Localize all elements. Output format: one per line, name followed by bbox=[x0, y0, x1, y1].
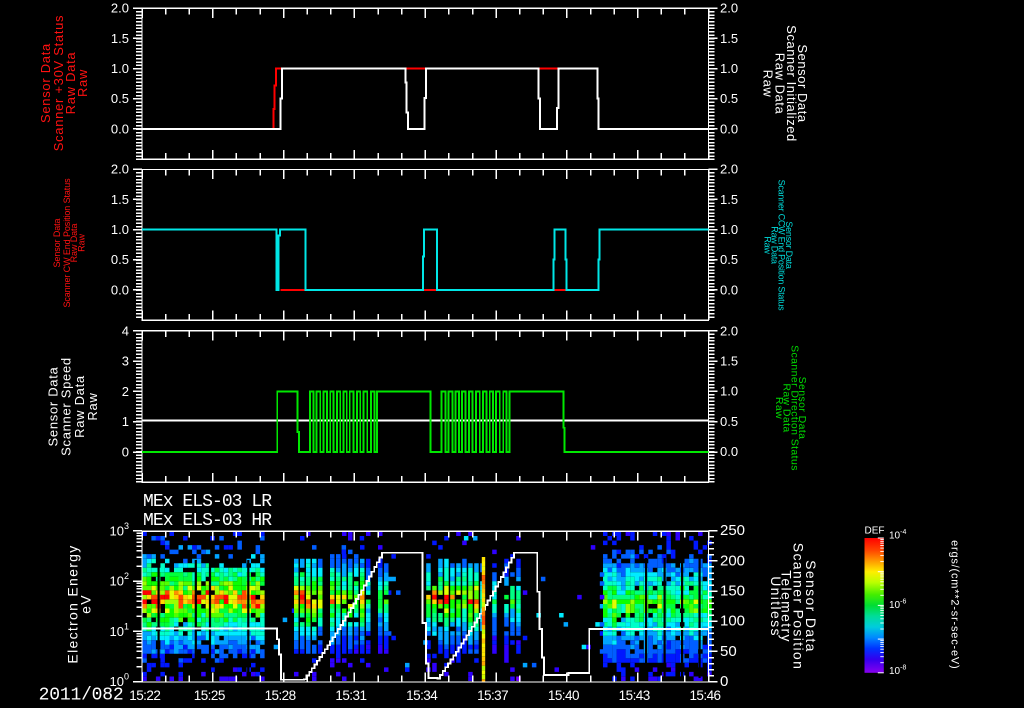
svg-text:0.5: 0.5 bbox=[720, 414, 738, 429]
svg-text:50: 50 bbox=[720, 643, 737, 660]
svg-text:0: 0 bbox=[720, 673, 728, 690]
svg-text:15:28: 15:28 bbox=[265, 688, 296, 703]
svg-text:Sensor Data: Sensor Data bbox=[52, 218, 62, 267]
svg-text:0.5: 0.5 bbox=[720, 91, 738, 106]
svg-text:15:31: 15:31 bbox=[335, 688, 366, 703]
svg-text:1.5: 1.5 bbox=[111, 192, 129, 207]
svg-text:0: 0 bbox=[122, 445, 129, 460]
svg-text:1.0: 1.0 bbox=[720, 61, 738, 76]
svg-text:1.0: 1.0 bbox=[111, 222, 129, 237]
svg-text:0.0: 0.0 bbox=[720, 121, 738, 136]
svg-text:1.5: 1.5 bbox=[720, 354, 738, 369]
svg-text:1: 1 bbox=[122, 414, 129, 429]
svg-text:150: 150 bbox=[720, 583, 745, 600]
svg-text:Raw: Raw bbox=[761, 70, 776, 98]
svg-text:100: 100 bbox=[720, 613, 745, 630]
svg-text:2011/082: 2011/082 bbox=[39, 686, 124, 706]
svg-text:Unitless: Unitless bbox=[768, 576, 784, 637]
svg-text:1.0: 1.0 bbox=[720, 222, 738, 237]
svg-text:2: 2 bbox=[122, 384, 129, 399]
svg-text:0.0: 0.0 bbox=[111, 121, 129, 136]
svg-text:15:25: 15:25 bbox=[194, 688, 225, 703]
svg-text:15:37: 15:37 bbox=[477, 688, 508, 703]
svg-text:DEF: DEF bbox=[865, 526, 885, 537]
svg-text:1.5: 1.5 bbox=[111, 31, 129, 46]
svg-text:0.5: 0.5 bbox=[720, 252, 738, 267]
svg-text:3: 3 bbox=[122, 354, 129, 369]
svg-text:eV: eV bbox=[78, 594, 94, 614]
svg-text:ergs/(cm**2-sr-sec-eV): ergs/(cm**2-sr-sec-eV) bbox=[948, 540, 960, 669]
svg-text:1.0: 1.0 bbox=[720, 384, 738, 399]
svg-text:Raw: Raw bbox=[75, 69, 90, 97]
svg-text:0.0: 0.0 bbox=[720, 282, 738, 297]
svg-text:MEx ELS-03 HR: MEx ELS-03 HR bbox=[143, 511, 272, 531]
svg-text:Raw: Raw bbox=[763, 236, 773, 254]
svg-text:0.5: 0.5 bbox=[111, 252, 129, 267]
svg-text:Raw: Raw bbox=[76, 234, 86, 252]
svg-text:0.0: 0.0 bbox=[720, 444, 738, 459]
svg-text:2.0: 2.0 bbox=[720, 1, 738, 16]
svg-text:15:46: 15:46 bbox=[689, 688, 720, 703]
svg-text:250: 250 bbox=[720, 522, 745, 539]
svg-text:Raw: Raw bbox=[85, 392, 100, 420]
svg-text:Raw: Raw bbox=[773, 397, 785, 419]
svg-text:15:43: 15:43 bbox=[619, 688, 650, 703]
svg-text:MEx ELS-03 LR: MEx ELS-03 LR bbox=[143, 492, 272, 512]
svg-text:15:34: 15:34 bbox=[406, 688, 438, 703]
svg-text:15:40: 15:40 bbox=[548, 688, 579, 703]
svg-text:0.5: 0.5 bbox=[111, 91, 129, 106]
svg-text:2.0: 2.0 bbox=[111, 1, 129, 16]
svg-text:2.0: 2.0 bbox=[111, 162, 129, 177]
svg-text:200: 200 bbox=[720, 552, 745, 569]
svg-text:1.5: 1.5 bbox=[720, 31, 738, 46]
svg-text:2.0: 2.0 bbox=[720, 162, 738, 177]
svg-text:0.0: 0.0 bbox=[111, 282, 129, 297]
svg-text:1.5: 1.5 bbox=[720, 192, 738, 207]
svg-text:15:22: 15:22 bbox=[129, 688, 160, 703]
svg-text:4: 4 bbox=[122, 323, 129, 338]
svg-text:2.0: 2.0 bbox=[720, 323, 738, 338]
svg-text:1.0: 1.0 bbox=[111, 61, 129, 76]
